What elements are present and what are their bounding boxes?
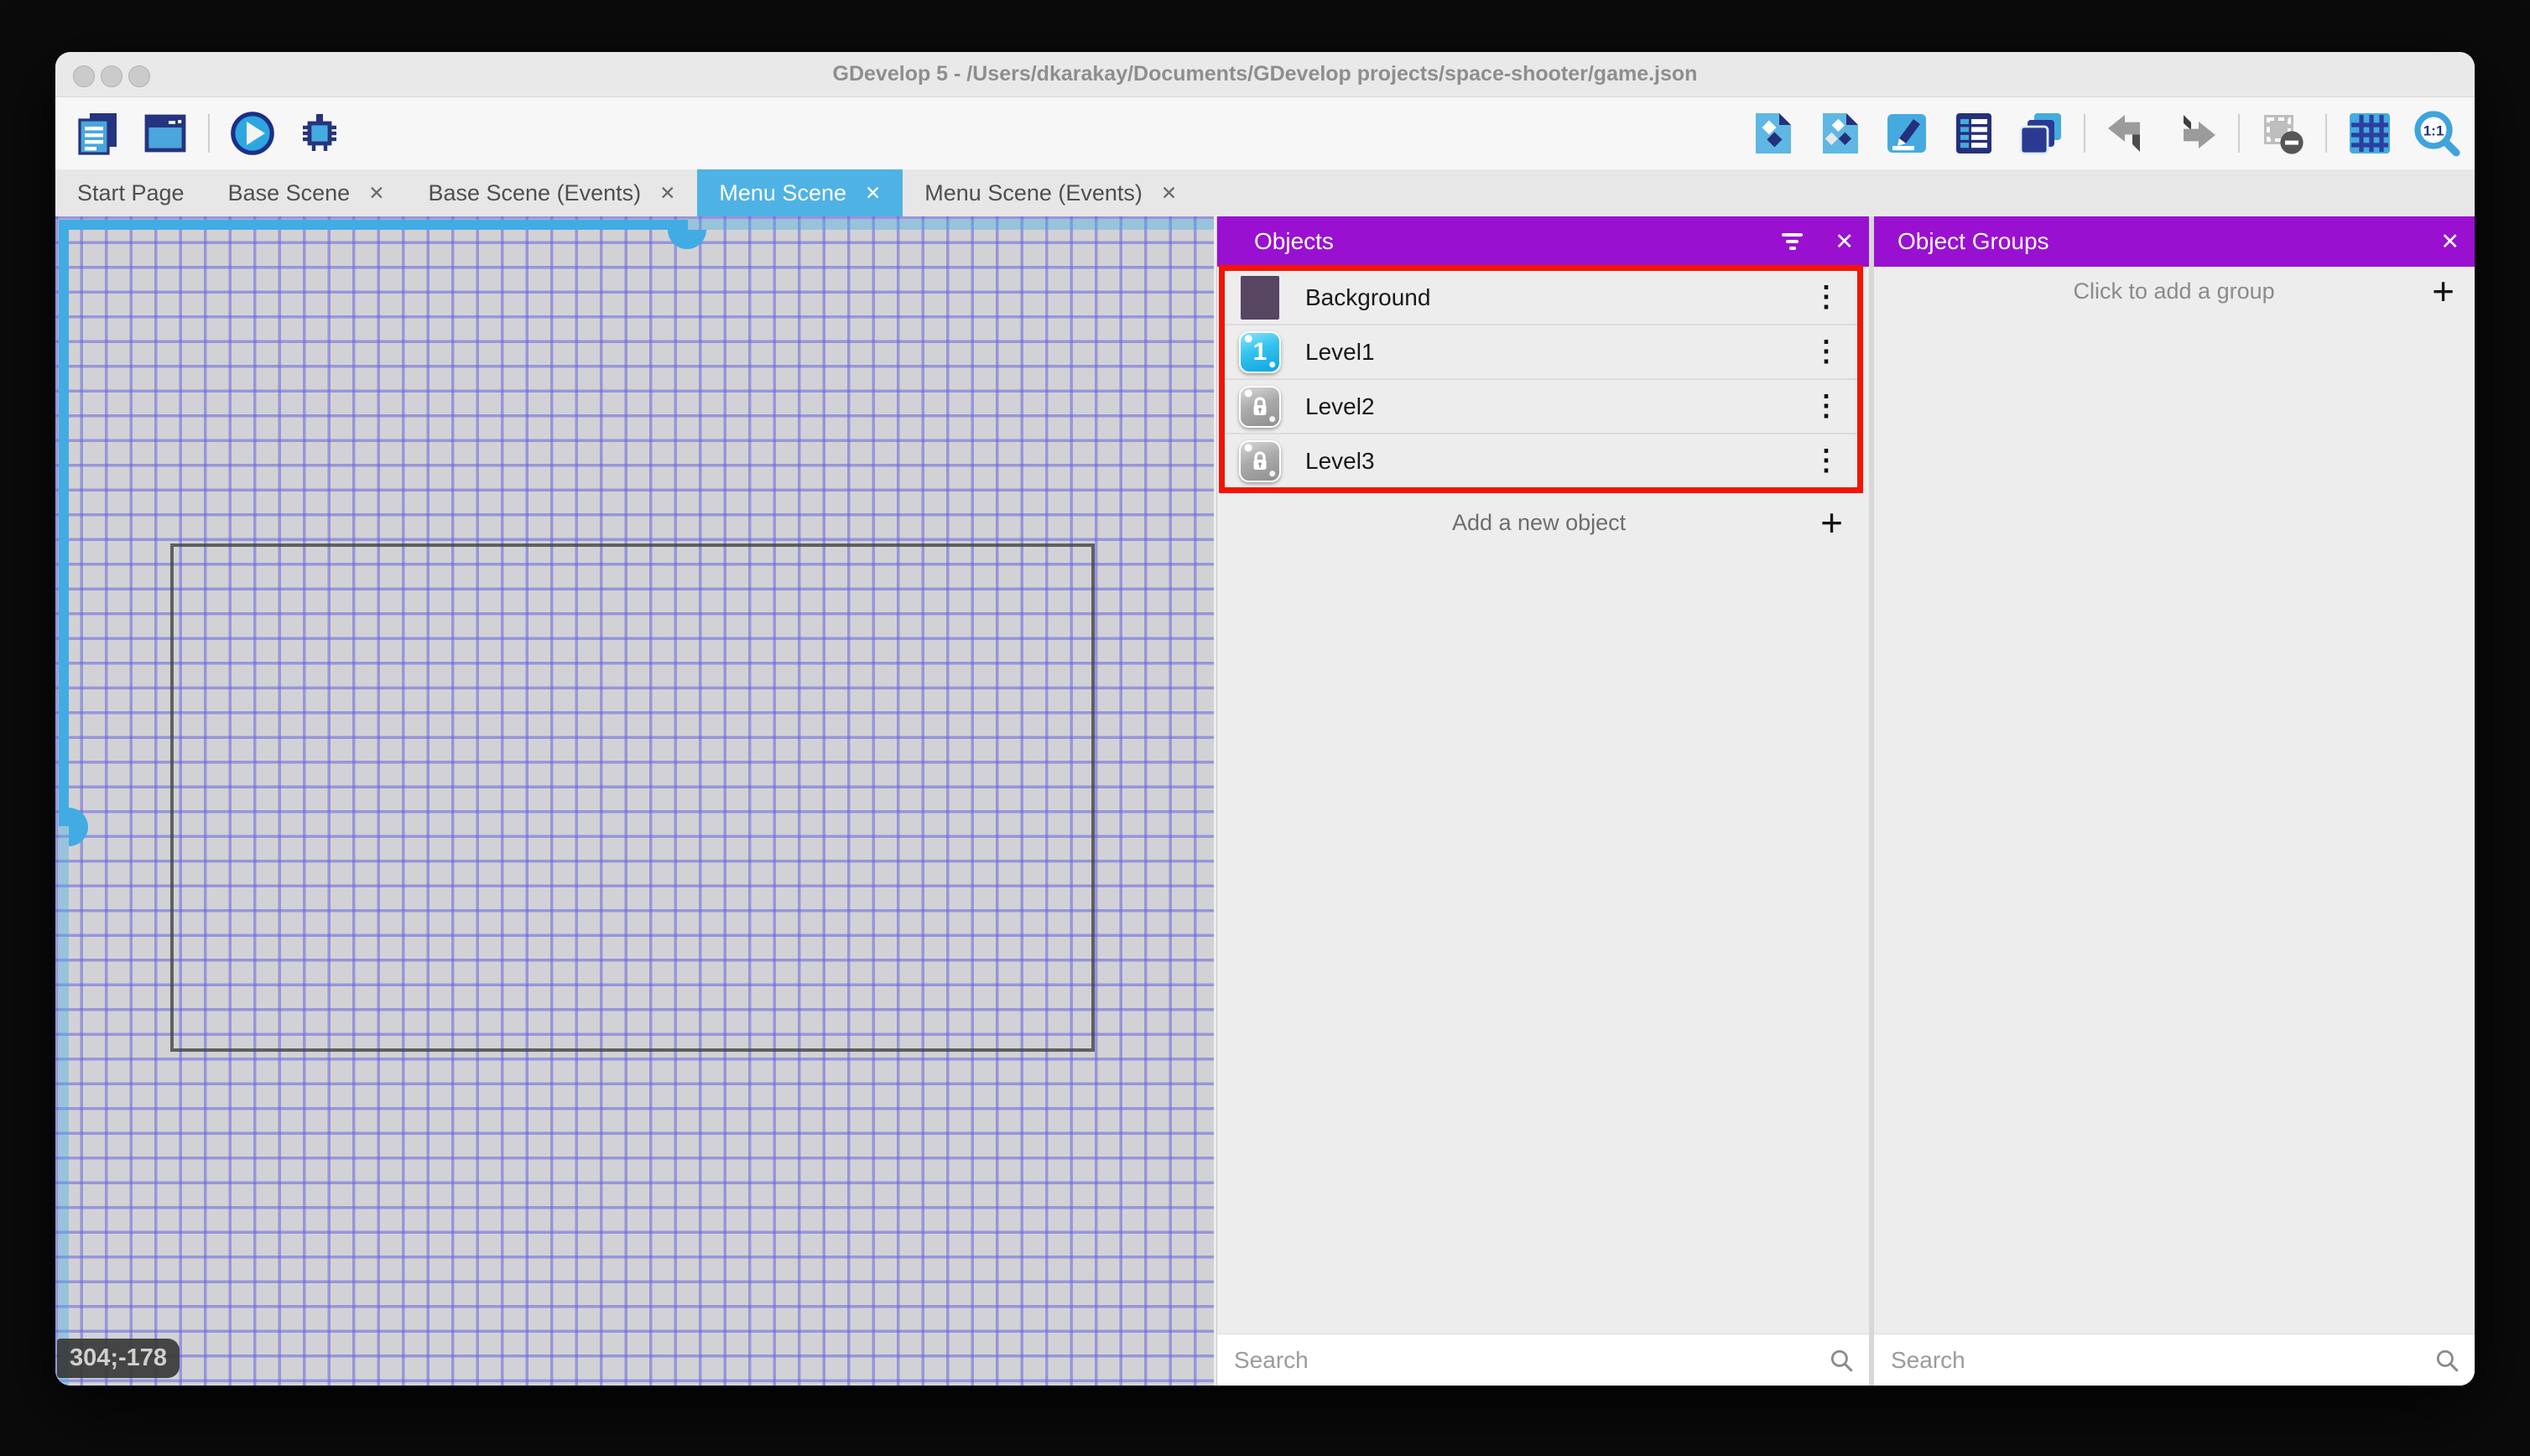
object-groups-panel-header: Object Groups ✕ <box>1874 216 2475 267</box>
objects-panel-header: Objects ✕ <box>1217 216 1869 267</box>
close-icon[interactable]: ✕ <box>1835 229 1854 255</box>
toggle-grid-icon[interactable] <box>2345 109 2394 158</box>
undo-icon[interactable] <box>2104 109 2153 158</box>
title-bar: GDevelop 5 - /Users/dkarakay/Documents/G… <box>55 52 2475 97</box>
open-properties-icon[interactable] <box>1882 109 1931 158</box>
tab-close-icon[interactable]: ✕ <box>368 182 384 205</box>
object-groups-panel-title: Object Groups <box>1898 228 2049 254</box>
tab-label: Start Page <box>77 179 185 205</box>
project-manager-icon[interactable] <box>74 109 122 158</box>
toolbar-left-group <box>74 97 344 169</box>
game-window-frame <box>170 543 1095 1052</box>
open-object-groups-icon[interactable] <box>1815 109 1864 158</box>
object-name: Level2 <box>1305 393 1375 419</box>
selection-left-edge <box>59 220 69 826</box>
objects-search-bar <box>1217 1334 1869 1386</box>
tab-close-icon[interactable]: ✕ <box>865 182 881 205</box>
toolbar-divider <box>2325 114 2327 153</box>
tab-close-icon[interactable]: ✕ <box>659 182 675 205</box>
gdevelop-window: GDevelop 5 - /Users/dkarakay/Documents/G… <box>55 52 2475 1386</box>
add-new-object-label: Add a new object <box>1451 509 1627 535</box>
tab-base-scene-events[interactable]: Base Scene (Events) ✕ <box>406 169 697 216</box>
add-new-object-button[interactable]: Add a new object + <box>1219 498 1863 547</box>
kebab-menu-icon[interactable]: ⋮ <box>1812 392 1840 420</box>
toolbar-divider <box>208 114 210 153</box>
level1-thumbnail: 1 <box>1238 329 1282 376</box>
plus-icon[interactable]: + <box>1820 500 1843 545</box>
cursor-coordinates-badge: 304;-178 <box>57 1339 180 1378</box>
object-row-background[interactable]: Background ⋮ <box>1225 271 1857 325</box>
toolbar-divider <box>2238 114 2240 153</box>
tab-label: Menu Scene (Events) <box>924 179 1143 205</box>
object-row-level1[interactable]: 1 Level1 ⋮ <box>1225 325 1857 380</box>
object-name: Level1 <box>1305 338 1375 365</box>
redo-icon[interactable] <box>2171 109 2220 158</box>
search-icon <box>2436 1349 2459 1371</box>
open-objects-list-icon[interactable] <box>1748 109 1797 158</box>
object-row-level3[interactable]: Level3 ⋮ <box>1225 434 1857 487</box>
selection-top-edge <box>59 220 688 230</box>
selection-left-edge-faded <box>59 826 69 1386</box>
objects-panel: Objects ✕ Background ⋮ 1 Level1 ⋮ Level2… <box>1216 216 1869 1386</box>
plus-icon[interactable]: + <box>2432 268 2455 314</box>
debug-icon[interactable] <box>295 109 344 158</box>
toolbar-right-group: 1:1 <box>1748 97 2461 169</box>
add-group-label: Click to add a group <box>2073 278 2275 304</box>
object-name: Level3 <box>1305 447 1375 474</box>
objects-panel-title: Objects <box>1254 228 1334 254</box>
locked-thumbnail <box>1238 383 1282 430</box>
tab-menu-scene-events[interactable]: Menu Scene (Events) ✕ <box>903 169 1199 216</box>
tab-base-scene[interactable]: Base Scene ✕ <box>206 169 407 216</box>
tab-start-page[interactable]: Start Page <box>55 169 206 216</box>
selection-top-edge-faded <box>688 220 1214 230</box>
close-icon[interactable]: ✕ <box>2440 229 2460 255</box>
toolbar: 1:1 <box>55 97 2475 169</box>
clear-instances-icon[interactable] <box>2258 109 2307 158</box>
open-layers-icon[interactable] <box>2017 109 2065 158</box>
svg-text:1:1: 1:1 <box>2423 122 2444 138</box>
selection-rotate-handle[interactable] <box>668 230 706 249</box>
scene-window-icon[interactable] <box>141 109 190 158</box>
content-area: 304;-178 Objects ✕ Background ⋮ 1 Level1… <box>55 216 2475 1386</box>
locked-thumbnail <box>1238 438 1282 485</box>
tab-label: Menu Scene <box>719 179 846 205</box>
tab-bar: Start Page Base Scene ✕ Base Scene (Even… <box>55 169 2475 216</box>
search-icon <box>1830 1349 1853 1371</box>
add-group-button[interactable]: Click to add a group + <box>1874 267 2475 315</box>
selection-resize-handle[interactable] <box>69 808 88 846</box>
scene-canvas[interactable]: 304;-178 <box>55 216 1214 1386</box>
tab-label: Base Scene (Events) <box>428 179 642 205</box>
groups-search-input[interactable] <box>1874 1346 2428 1374</box>
objects-list-highlight: Background ⋮ 1 Level1 ⋮ Level2 ⋮ Level3 … <box>1219 265 1863 493</box>
object-row-level2[interactable]: Level2 ⋮ <box>1225 380 1857 434</box>
kebab-menu-icon[interactable]: ⋮ <box>1812 446 1840 475</box>
kebab-menu-icon[interactable]: ⋮ <box>1812 337 1840 366</box>
objects-search-input[interactable] <box>1217 1346 1822 1374</box>
window-title: GDevelop 5 - /Users/dkarakay/Documents/G… <box>832 62 1698 86</box>
play-preview-icon[interactable] <box>228 109 277 158</box>
kebab-menu-icon[interactable]: ⋮ <box>1812 283 1840 311</box>
background-thumbnail <box>1238 274 1282 321</box>
tab-menu-scene[interactable]: Menu Scene ✕ <box>697 169 903 216</box>
zoom-one-to-one-icon[interactable]: 1:1 <box>2413 109 2461 158</box>
open-instances-list-icon[interactable] <box>1950 109 1998 158</box>
tab-close-icon[interactable]: ✕ <box>1161 182 1177 205</box>
object-groups-panel: Object Groups ✕ Click to add a group + <box>1874 216 2475 1386</box>
object-name: Background <box>1305 283 1431 310</box>
groups-search-bar <box>1874 1334 2475 1386</box>
tab-label: Base Scene <box>227 179 351 205</box>
toolbar-divider <box>2084 114 2085 153</box>
filter-icon[interactable] <box>1782 233 1804 250</box>
